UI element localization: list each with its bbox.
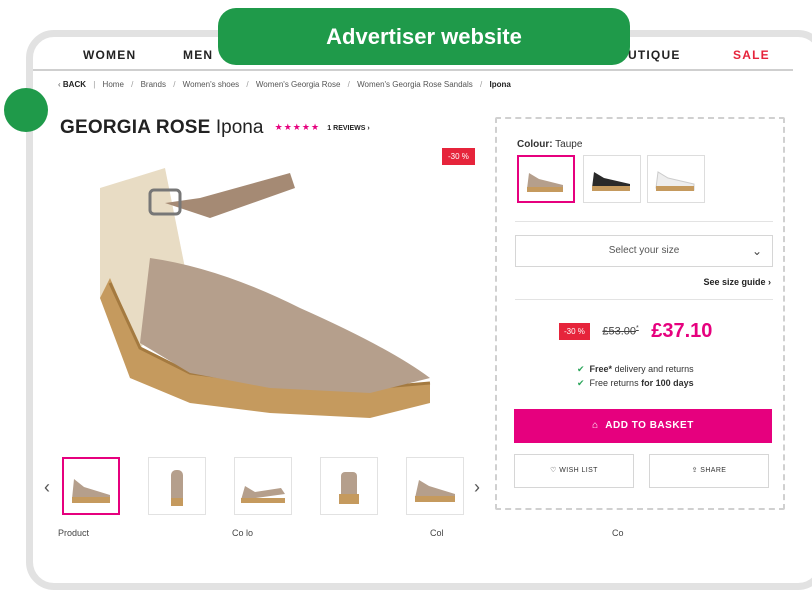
divider xyxy=(515,299,773,300)
product-brand: GEORGIA ROSE xyxy=(60,117,211,138)
breadcrumb-current: Ipona xyxy=(489,80,511,89)
footer-label: Co xyxy=(612,528,624,538)
delivery-info: ✔ Free* delivery and returns xyxy=(577,364,694,374)
thumbnail-1[interactable] xyxy=(62,457,120,515)
product-image xyxy=(100,168,431,418)
share-icon: ⇪ xyxy=(691,467,698,474)
check-icon: ✔ xyxy=(577,378,585,388)
check-icon: ✔ xyxy=(577,364,585,374)
price-row: -30 % £53.00* £37.10 xyxy=(559,320,712,343)
thumb-prev-arrow[interactable]: ‹ xyxy=(44,477,50,498)
marker-dot xyxy=(4,88,48,132)
returns-info: ✔ Free returns for 100 days xyxy=(577,378,694,388)
thumb-next-arrow[interactable]: › xyxy=(474,477,480,498)
chevron-down-icon: ⌄ xyxy=(751,244,762,258)
add-to-basket-button[interactable]: ⌂ ADD TO BASKET xyxy=(514,409,772,443)
advertiser-badge: Advertiser website xyxy=(218,8,630,65)
basket-icon: ⌂ xyxy=(592,420,599,431)
price-discount-tag: -30 % xyxy=(559,323,590,340)
breadcrumb-brand[interactable]: Women's Georgia Rose xyxy=(256,80,341,89)
colour-label: Colour: Taupe xyxy=(517,139,583,150)
breadcrumb: ‹ BACK | Home / Brands / Women's shoes /… xyxy=(58,80,511,89)
ankle-strap xyxy=(165,173,295,218)
heart-icon: ♡ xyxy=(550,467,557,474)
current-price: £37.10 xyxy=(651,320,713,342)
nav-boutique[interactable]: UTIQUE xyxy=(628,48,681,62)
thumbnail-2[interactable] xyxy=(148,457,206,515)
thumbnail-5[interactable] xyxy=(406,457,464,515)
nav-sale[interactable]: SALE xyxy=(733,48,770,62)
breadcrumb-home[interactable]: Home xyxy=(103,80,124,89)
product-name: Ipona xyxy=(215,117,264,138)
reviews-link[interactable]: 1 REVIEWS › xyxy=(327,125,369,132)
purchase-panel: Colour: Taupe Select your size ⌄ See siz… xyxy=(495,117,785,510)
breadcrumb-brands[interactable]: Brands xyxy=(141,80,166,89)
thumbnail-strip: ‹ › xyxy=(40,455,490,519)
share-button[interactable]: ⇪ SHARE xyxy=(649,454,769,488)
wishlist-button[interactable]: ♡ WISH LIST xyxy=(514,454,634,488)
old-price: £53.00* xyxy=(602,325,639,338)
rating-stars: ★★★★★ xyxy=(274,122,321,132)
footer-label: Product xyxy=(58,528,90,538)
colour-swatch-taupe[interactable] xyxy=(517,155,575,203)
colour-swatch-black[interactable] xyxy=(583,155,641,203)
size-guide-link[interactable]: See size guide › xyxy=(703,277,771,287)
thumbnail-3[interactable] xyxy=(234,457,292,515)
colour-swatch-white[interactable] xyxy=(647,155,705,203)
footer-label: Col xyxy=(430,528,444,538)
product-title: GEORGIA ROSE Ipona ★★★★★ 1 REVIEWS › xyxy=(60,117,370,139)
divider xyxy=(515,221,773,222)
breadcrumb-sandals[interactable]: Women's Georgia Rose Sandals xyxy=(357,80,473,89)
footer-label: Co lo xyxy=(232,528,254,538)
breadcrumb-womens-shoes[interactable]: Women's shoes xyxy=(183,80,240,89)
back-link[interactable]: ‹ BACK xyxy=(58,80,86,89)
size-select[interactable]: Select your size ⌄ xyxy=(515,235,773,267)
thumbnail-4[interactable] xyxy=(320,457,378,515)
nav-men[interactable]: MEN xyxy=(183,48,213,62)
nav-women[interactable]: WOMEN xyxy=(83,48,136,62)
